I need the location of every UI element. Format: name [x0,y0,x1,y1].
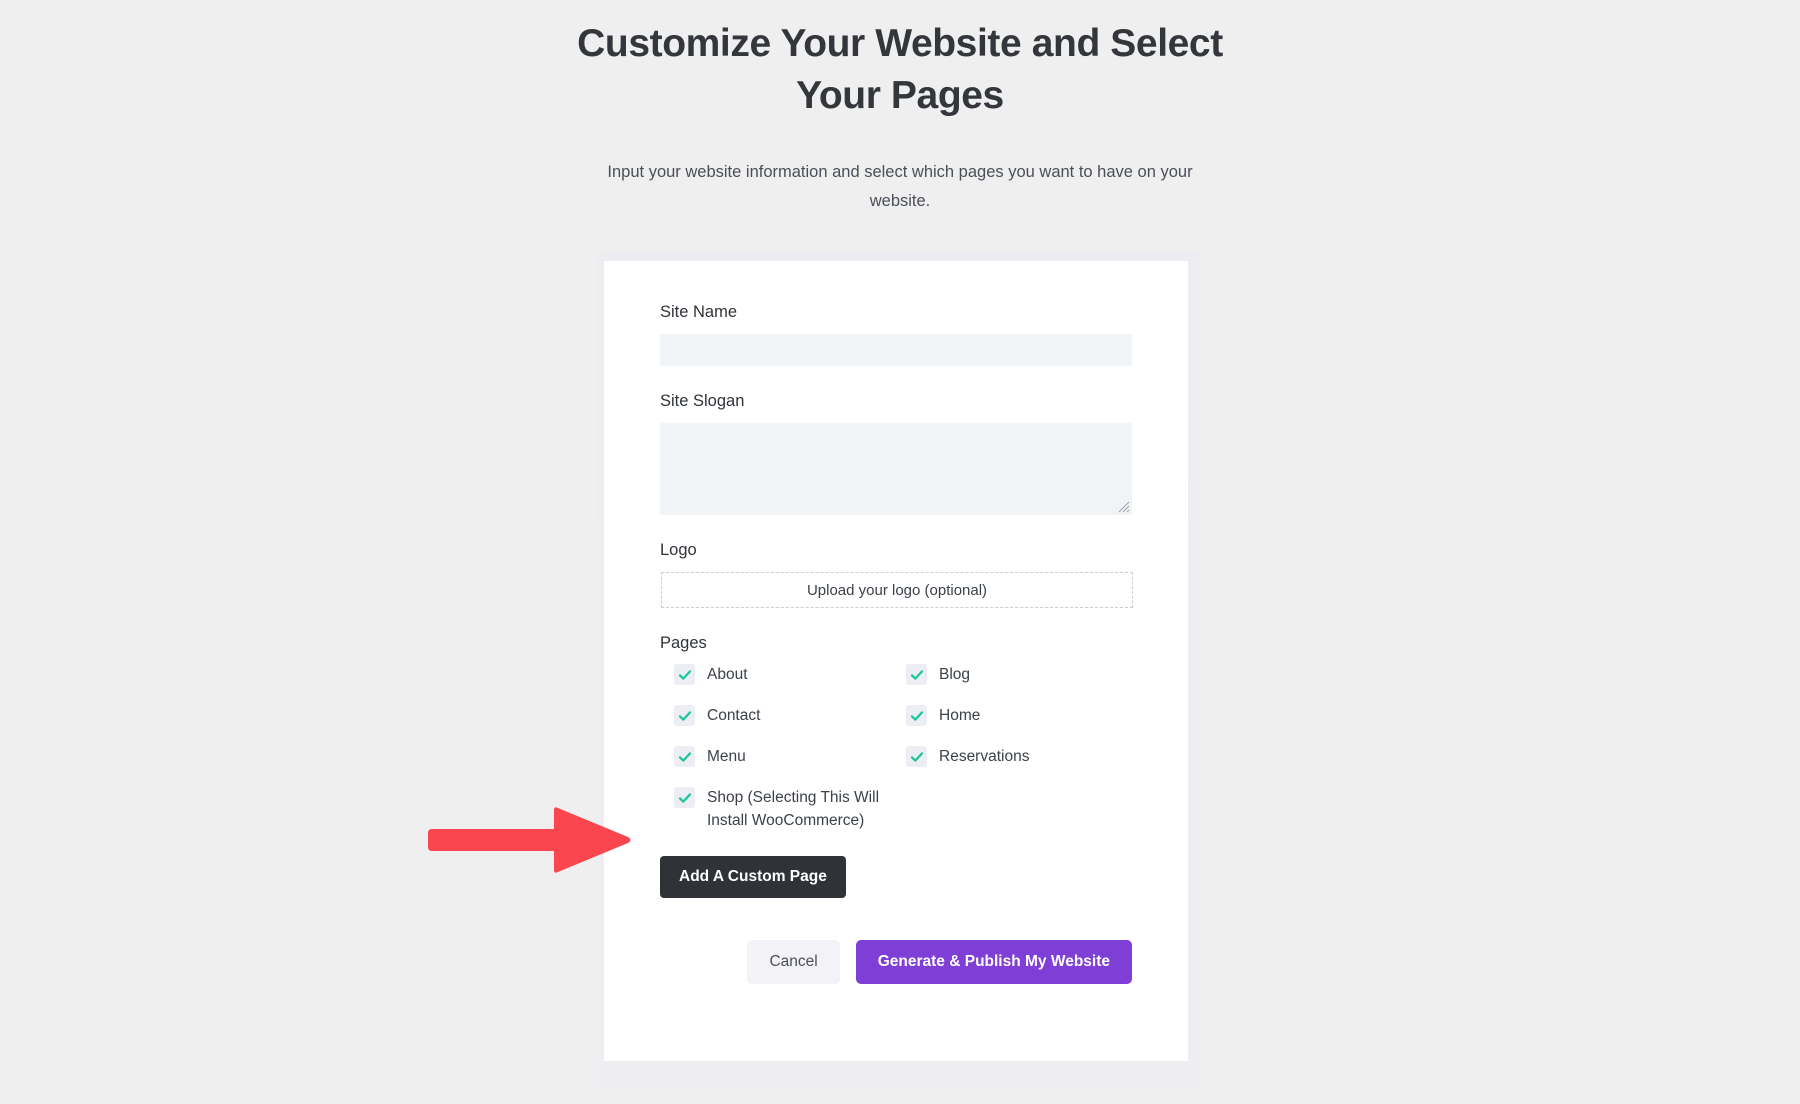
checkmark-icon [906,664,927,685]
checkmark-icon [674,746,695,767]
page-checkbox-contact[interactable]: Contact [674,704,906,745]
page-subtitle: Input your website information and selec… [607,163,1193,210]
page-checkbox-label: Menu [707,748,746,765]
logo-field-group: Logo Upload your logo (optional) [660,541,1133,608]
site-slogan-field-group: Site Slogan [660,392,1132,515]
form-actions: Cancel Generate & Publish My Website [660,940,1132,984]
page-checkbox-label: Reservations [939,748,1030,765]
checkmark-icon [906,746,927,767]
logo-upload-label: Upload your logo (optional) [806,581,988,599]
site-name-field-group: Site Name [660,303,1132,366]
site-slogan-textarea[interactable] [660,423,1132,515]
logo-label: Logo [660,541,697,559]
site-name-label: Site Name [660,303,738,321]
pages-label: Pages [660,634,707,652]
page-checkbox-label: Contact [707,707,761,724]
page-checkbox-reservations[interactable]: Reservations [906,745,1138,786]
page-checkbox-label: Shop (Selecting This Will Install WooCom… [707,789,880,829]
checkmark-icon [674,705,695,726]
page-checkbox-menu[interactable]: Menu [674,745,906,786]
add-custom-page-button[interactable]: Add A Custom Page [660,856,846,898]
page-title: Customize Your Website and Select Your P… [577,22,1223,117]
page-checkbox-blog[interactable]: Blog [906,663,1138,704]
pages-checkbox-grid: About Blog Contact Home Menu Reservation… [660,663,1132,838]
pages-field-group: Pages About Blog Contact Home Menu Reser… [660,634,1132,838]
page-checkbox-home[interactable]: Home [906,704,1138,745]
cancel-button[interactable]: Cancel [747,940,840,984]
customization-form-card: Site Name Site Slogan Logo Upload your l… [604,261,1188,1061]
checkmark-icon [674,787,695,808]
page-checkbox-about[interactable]: About [674,663,906,704]
logo-upload-button[interactable]: Upload your logo (optional) [661,572,1133,608]
page-checkbox-shop[interactable]: Shop (Selecting This Will Install WooCom… [674,786,906,838]
page-checkbox-label: Blog [939,666,971,683]
site-slogan-label: Site Slogan [660,392,745,410]
page-checkbox-label: About [707,666,748,683]
page-header: Customize Your Website and Select Your P… [540,0,1260,216]
site-name-input[interactable] [660,334,1132,366]
page-root: Customize Your Website and Select Your P… [0,0,1800,1104]
checkmark-icon [674,664,695,685]
checkmark-icon [906,705,927,726]
page-checkbox-label: Home [939,707,981,724]
generate-publish-button[interactable]: Generate & Publish My Website [855,940,1132,984]
